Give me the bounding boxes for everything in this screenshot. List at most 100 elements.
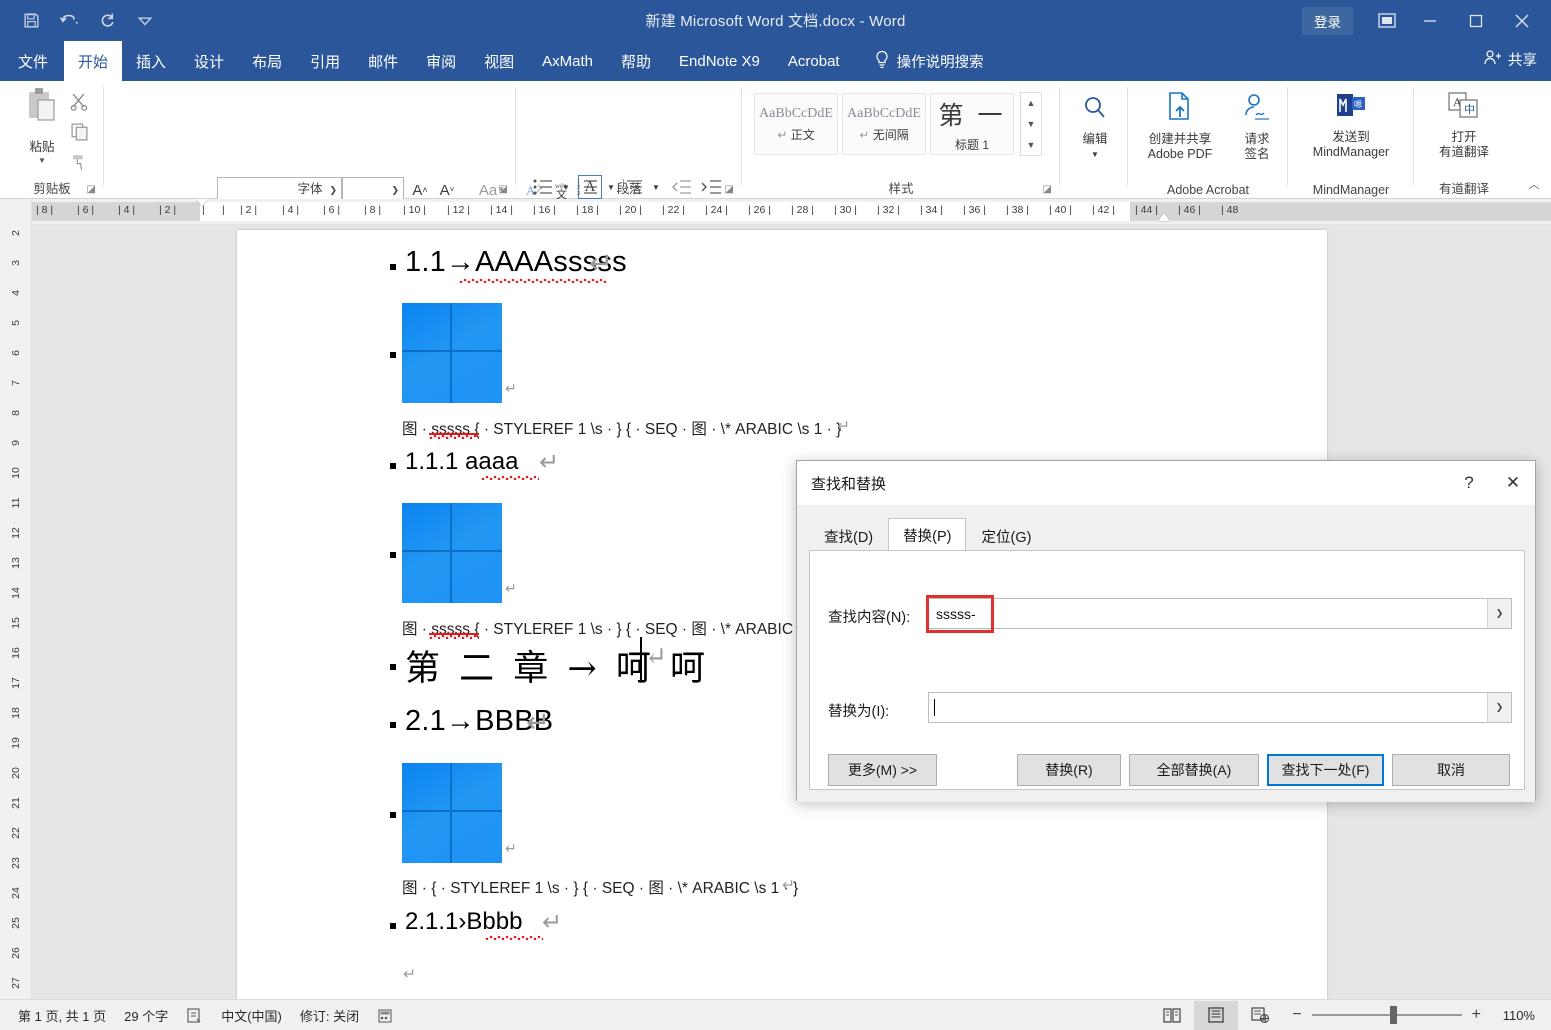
first-line-indent-marker[interactable] bbox=[196, 199, 208, 206]
zoom-slider[interactable]: − + bbox=[1292, 1006, 1481, 1024]
paragraph-dialog-launcher[interactable]: ◪ bbox=[725, 184, 734, 195]
tab-file[interactable]: 文件 bbox=[0, 41, 64, 81]
read-mode-view-button[interactable] bbox=[1150, 1001, 1194, 1030]
open-youdao-button[interactable]: A中 打开 有道翻译 bbox=[1420, 91, 1508, 159]
track-changes-status[interactable]: 修订: 关闭 bbox=[300, 1006, 359, 1025]
close-icon[interactable] bbox=[1499, 5, 1545, 37]
tab-design[interactable]: 设计 bbox=[180, 41, 238, 81]
close-icon[interactable]: ✕ bbox=[1491, 461, 1535, 505]
heading-bullet bbox=[390, 264, 396, 270]
tab-axmath[interactable]: AxMath bbox=[528, 41, 607, 81]
style-heading-1[interactable]: 第 一 标题 1 bbox=[930, 93, 1014, 155]
find-replace-dialog[interactable]: 查找和替换 ? ✕ 查找(D) 替换(P) 定位(G) 查找内容(N): sss… bbox=[796, 460, 1536, 802]
dialog-tab-find[interactable]: 查找(D) bbox=[809, 521, 889, 551]
macro-record-icon[interactable] bbox=[377, 1007, 393, 1024]
horizontal-ruler[interactable]: | 8 | | 6 | | 4 | | 2 | | | | 2 | | 4 | … bbox=[32, 199, 1551, 225]
heading-bullet bbox=[390, 722, 396, 728]
chevron-down-icon[interactable]: ▼ bbox=[1091, 150, 1099, 159]
ribbon-display-options-icon[interactable] bbox=[1367, 5, 1407, 37]
windows-logo-image[interactable] bbox=[402, 503, 502, 603]
paragraph-mark: ↵ bbox=[782, 877, 795, 894]
tab-endnote[interactable]: EndNote X9 bbox=[665, 41, 774, 81]
doc-heading-2-1-1[interactable]: 2.1.1›Bbbb bbox=[405, 908, 522, 936]
dialog-title-actions: ? ✕ bbox=[1447, 461, 1535, 505]
dialog-tab-replace[interactable]: 替换(P) bbox=[888, 518, 967, 551]
chevron-down-icon[interactable]: ❯ bbox=[1487, 693, 1511, 722]
styles-scroll-down-icon[interactable]: ▼ bbox=[1021, 114, 1041, 135]
style-mark: ↵ bbox=[859, 127, 870, 142]
tab-help[interactable]: 帮助 bbox=[607, 41, 665, 81]
dialog-tab-goto[interactable]: 定位(G) bbox=[966, 521, 1047, 551]
right-indent-marker[interactable] bbox=[1158, 213, 1170, 221]
cancel-button[interactable]: 取消 bbox=[1392, 754, 1510, 786]
replace-all-button[interactable]: 全部替换(A) bbox=[1129, 754, 1259, 786]
tab-review[interactable]: 审阅 bbox=[412, 41, 470, 81]
page-count[interactable]: 第 1 页, 共 1 页 bbox=[18, 1006, 106, 1025]
clipboard-dialog-launcher[interactable]: ◪ bbox=[87, 184, 96, 195]
find-next-button[interactable]: 查找下一处(F) bbox=[1267, 754, 1384, 786]
share-button[interactable]: 共享 bbox=[1483, 49, 1537, 70]
help-icon[interactable]: ? bbox=[1447, 461, 1491, 505]
replace-button[interactable]: 替换(R) bbox=[1017, 754, 1121, 786]
chevron-down-icon[interactable]: ▼ bbox=[38, 156, 46, 165]
format-painter-icon[interactable] bbox=[64, 147, 94, 175]
vruler-tick: 25 bbox=[10, 917, 22, 929]
print-layout-view-button[interactable] bbox=[1194, 1000, 1239, 1030]
windows-logo-image[interactable] bbox=[402, 303, 502, 403]
minimize-icon[interactable] bbox=[1407, 5, 1453, 37]
doc-heading-1-1-1[interactable]: 1.1.1 aaaa bbox=[405, 448, 518, 476]
proofing-errors-icon[interactable] bbox=[186, 1007, 203, 1024]
request-signature-button[interactable]: 请求 签名 bbox=[1232, 91, 1282, 161]
font-dialog-launcher[interactable]: ◪ bbox=[499, 184, 508, 195]
group-label-youdao: 有道翻译 bbox=[1438, 182, 1489, 196]
word-count[interactable]: 29 个字 bbox=[124, 1006, 168, 1025]
ribbon-group-mindmanager: 嗯 发送到 MindManager MindManager bbox=[1288, 81, 1414, 199]
zoom-level[interactable]: 110% bbox=[1491, 1008, 1551, 1023]
heading-bullet bbox=[390, 463, 396, 469]
editing-button[interactable]: 编辑 ▼ bbox=[1066, 91, 1124, 159]
tab-layout[interactable]: 布局 bbox=[238, 41, 296, 81]
styles-scroll-up-icon[interactable]: ▲ bbox=[1021, 93, 1041, 114]
tab-insert[interactable]: 插入 bbox=[122, 41, 180, 81]
styles-more-icon[interactable]: ▼ bbox=[1021, 134, 1041, 155]
chevron-down-icon[interactable]: ❯ bbox=[1487, 599, 1511, 628]
windows-logo-image[interactable] bbox=[402, 763, 502, 863]
tab-acrobat[interactable]: Acrobat bbox=[774, 41, 854, 81]
tab-home[interactable]: 开始 bbox=[64, 41, 123, 81]
send-to-mindmanager-button[interactable]: 嗯 发送到 MindManager bbox=[1292, 91, 1410, 159]
language-status[interactable]: 中文(中国) bbox=[221, 1006, 282, 1025]
dialog-title-bar: 查找和替换 ? ✕ bbox=[797, 461, 1535, 505]
share-label: 共享 bbox=[1508, 53, 1537, 69]
style-no-spacing[interactable]: AaBbCcDdE ↵ 无间隔 bbox=[842, 93, 926, 155]
find-what-input[interactable]: sssss- ❯ bbox=[928, 598, 1512, 629]
tab-mailings[interactable]: 邮件 bbox=[354, 41, 412, 81]
zoom-in-button[interactable]: + bbox=[1472, 1006, 1481, 1024]
doc-caption-3[interactable]: 图 · { · STYLEREF 1 \s · } { · SEQ · 图 · … bbox=[402, 876, 798, 898]
zoom-slider-track[interactable] bbox=[1311, 1006, 1462, 1024]
copy-icon[interactable] bbox=[64, 117, 94, 145]
create-share-pdf-button[interactable]: 创建并共享 Adobe PDF bbox=[1134, 91, 1226, 161]
style-preview: AaBbCcDdE bbox=[759, 105, 833, 121]
replace-with-input[interactable]: ❯ bbox=[928, 692, 1512, 723]
youdao-translate-icon: A中 bbox=[1446, 91, 1482, 126]
web-layout-view-button[interactable] bbox=[1238, 1001, 1282, 1030]
cut-icon[interactable] bbox=[64, 87, 94, 115]
tell-me-search[interactable]: 操作说明搜索 bbox=[874, 41, 984, 81]
more-options-button[interactable]: 更多(M) >> bbox=[828, 754, 937, 786]
style-normal[interactable]: AaBbCcDdE ↵ 正文 bbox=[754, 93, 838, 155]
dialog-tab-panel: 查找内容(N): sssss- ❯ 替换为(I): ❯ 更多(M) >> 替换(… bbox=[809, 550, 1525, 790]
sign-in-button[interactable]: 登录 bbox=[1302, 6, 1353, 35]
tab-references[interactable]: 引用 bbox=[296, 41, 354, 81]
paste-label: 粘贴 bbox=[29, 140, 55, 154]
styles-gallery-scroll[interactable]: ▲ ▼ ▼ bbox=[1020, 92, 1042, 156]
maximize-icon[interactable] bbox=[1453, 5, 1499, 37]
hruler-inner: | 8 | | 6 | | 4 | | 2 | | | | 2 | | 4 | … bbox=[32, 199, 1551, 224]
spelling-squiggle bbox=[481, 476, 539, 480]
vruler-tick: 2 bbox=[10, 230, 22, 236]
zoom-slider-thumb[interactable] bbox=[1389, 1006, 1397, 1024]
collapse-ribbon-icon[interactable]: ︿ bbox=[1523, 176, 1545, 194]
styles-dialog-launcher[interactable]: ◪ bbox=[1043, 184, 1052, 195]
zoom-out-button[interactable]: − bbox=[1292, 1006, 1301, 1024]
paste-button[interactable]: 粘贴 ▼ bbox=[14, 87, 70, 181]
tab-view[interactable]: 视图 bbox=[470, 41, 528, 81]
